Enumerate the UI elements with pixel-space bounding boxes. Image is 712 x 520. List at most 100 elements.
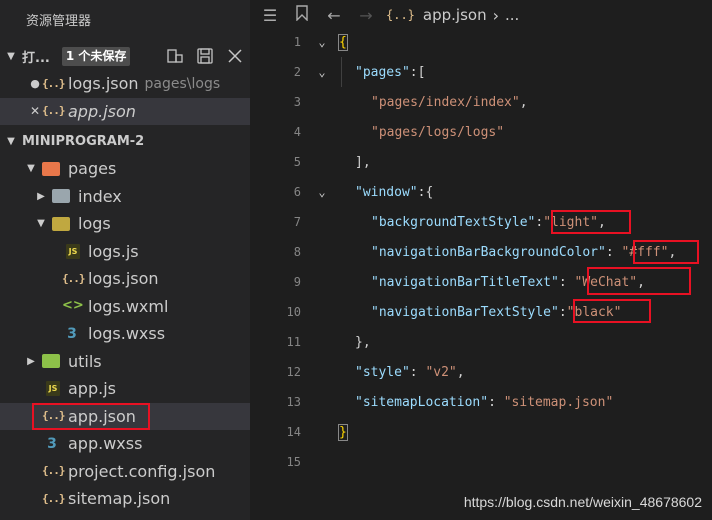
json-icon: {..} (62, 271, 86, 285)
tree-item-logs-wxml[interactable]: <> logs.wxml (0, 293, 250, 321)
tree-item-app-json[interactable]: {..} app.json (0, 402, 250, 430)
js-file-icon: JS (46, 381, 60, 397)
open-editor-item[interactable]: ● {..} logs.json pages\logs (0, 70, 250, 98)
json-icon: {..} (42, 491, 66, 505)
code-line: 11 }, (250, 327, 712, 357)
line-number: 11 (286, 335, 301, 349)
open-editors-label: 打... (22, 50, 50, 66)
json-icon: {..} (386, 8, 415, 22)
chevron-down-icon: ▼ (27, 163, 35, 175)
code-area[interactable]: 1 ⌄ { 2 ⌄ "pages":[ 3 "pages/index/index… (250, 27, 712, 477)
line-number: 2 (293, 65, 301, 79)
tree-item-logs[interactable]: ▼ logs (0, 210, 250, 238)
punctuation: :{ (417, 184, 434, 200)
line-number: 4 (293, 125, 301, 139)
punctuation: ], (355, 154, 371, 170)
json-key: "navigationBarTitleText" (371, 274, 559, 290)
utils-folder-icon (42, 354, 60, 369)
line-number: 13 (286, 395, 301, 409)
project-header[interactable]: ▼ MINIPROGRAM-2 (0, 127, 250, 155)
open-editor-name: app.json (68, 101, 136, 121)
folder-icon (52, 216, 70, 231)
tree-item-label: index (78, 186, 122, 206)
tree-item-utils[interactable]: ▶ utils (0, 348, 250, 376)
tree-item-logs-wxss[interactable]: 3 logs.wxss (0, 320, 250, 348)
fold-chevron-icon[interactable]: ⌄ (307, 185, 337, 199)
json-icon: {..} (42, 409, 66, 423)
code-line: 6 ⌄ "window":{ (250, 177, 712, 207)
json-key: "backgroundTextStyle" (371, 214, 536, 230)
tree-item-sitemap[interactable]: {..} sitemap.json (0, 485, 250, 513)
code-line: 2 ⌄ "pages":[ (250, 57, 712, 87)
unsaved-badge: 1 个未保存 (61, 46, 131, 66)
tree-item-label: logs.json (88, 269, 159, 289)
line-number: 14 (286, 425, 301, 439)
fold-chevron-icon[interactable]: ⌄ (307, 35, 337, 49)
tree-item-app-js[interactable]: JS app.js (0, 375, 250, 403)
breadcrumb-more[interactable]: ... (505, 6, 519, 24)
close-all-icon[interactable] (226, 47, 244, 65)
tree-item-label: logs.js (88, 241, 139, 261)
code-line: 8 "navigationBarBackgroundColor": "#fff"… (250, 237, 712, 267)
open-editors-header[interactable]: ▼ 打... 1 个未保存 (0, 42, 250, 70)
code-line: 7 "backgroundTextStyle": "light", (250, 207, 712, 237)
line-number: 5 (293, 155, 301, 169)
tree-item-label: app.wxss (68, 434, 143, 454)
line-number: 7 (293, 215, 301, 229)
tree-item-project-config[interactable]: {..} project.config.json (0, 458, 250, 486)
json-key: "navigationBarTextStyle" (371, 304, 559, 320)
tree-item-label: pages (68, 159, 117, 179)
tree-item-logs-js[interactable]: JS logs.js (0, 238, 250, 266)
back-arrow-icon[interactable]: ← (318, 6, 350, 25)
code-line: 10 "navigationBarTextStyle": "black" (250, 297, 712, 327)
json-key: "pages" (355, 64, 410, 80)
tree-item-index[interactable]: ▶ index (0, 183, 250, 211)
line-number: 12 (286, 365, 301, 379)
close-icon[interactable]: ✕ (28, 104, 42, 118)
code-line: 1 ⌄ { (250, 27, 712, 57)
tree-item-label: utils (68, 351, 102, 371)
code-line: 9 "navigationBarTitleText": "WeChat", (250, 267, 712, 297)
json-icon: {..} (42, 104, 66, 118)
brace: { (338, 33, 348, 51)
pages-folder-icon (42, 161, 60, 176)
tree-item-label: sitemap.json (68, 489, 171, 509)
forward-arrow-icon[interactable]: → (350, 6, 382, 25)
json-string: "v2" (425, 364, 457, 380)
save-all-icon[interactable] (196, 47, 214, 65)
json-key: "sitemapLocation" (355, 394, 489, 410)
open-editor-name: logs.json (68, 74, 139, 94)
tree-item-label: project.config.json (68, 461, 216, 481)
tree-item-logs-json[interactable]: {..} logs.json (0, 265, 250, 293)
tree-item-app-wxss[interactable]: 3 app.wxss (0, 430, 250, 458)
fold-chevron-icon[interactable]: ⌄ (307, 65, 337, 79)
code-line: 4 "pages/logs/logs" (250, 117, 712, 147)
chevron-down-icon: ▼ (7, 135, 15, 147)
json-key: "style" (355, 364, 410, 380)
wxml-file-icon: <> (62, 298, 84, 314)
open-editor-item[interactable]: ✕ {..} app.json (0, 97, 250, 125)
new-group-icon[interactable] (166, 47, 184, 65)
line-number: 3 (293, 95, 301, 109)
line-number: 9 (293, 275, 301, 289)
chevron-down-icon: ▼ (7, 50, 15, 62)
code-line: 3 "pages/index/index", (250, 87, 712, 117)
code-editor[interactable]: ☰ ← → {..} app.json › ... 1 ⌄ { 2 ⌄ "pag… (250, 0, 712, 520)
tree-item-pages[interactable]: ▼ pages (0, 155, 250, 183)
breadcrumb[interactable]: {..} app.json › ... (386, 6, 519, 25)
json-string: "pages/logs/logs" (371, 124, 505, 140)
line-number: 10 (286, 305, 301, 319)
list-icon[interactable]: ☰ (254, 6, 286, 25)
open-editor-path: pages\logs (144, 75, 221, 92)
breadcrumb-file[interactable]: app.json (423, 6, 487, 24)
code-line: 13 "sitemapLocation": "sitemap.json" (250, 387, 712, 417)
brace: } (338, 423, 348, 441)
explorer-sidebar: 资源管理器 ▼ 打... 1 个未保存 ● {..} logs.json pag… (0, 0, 250, 520)
json-icon: {..} (42, 76, 66, 90)
line-number: 1 (293, 35, 301, 49)
json-icon: {..} (42, 464, 66, 478)
watermark: https://blog.csdn.net/weixin_48678602 (463, 494, 702, 510)
bookmark-icon[interactable] (286, 5, 318, 25)
json-string: "sitemap.json" (503, 394, 614, 410)
code-line: 15 (250, 447, 712, 477)
